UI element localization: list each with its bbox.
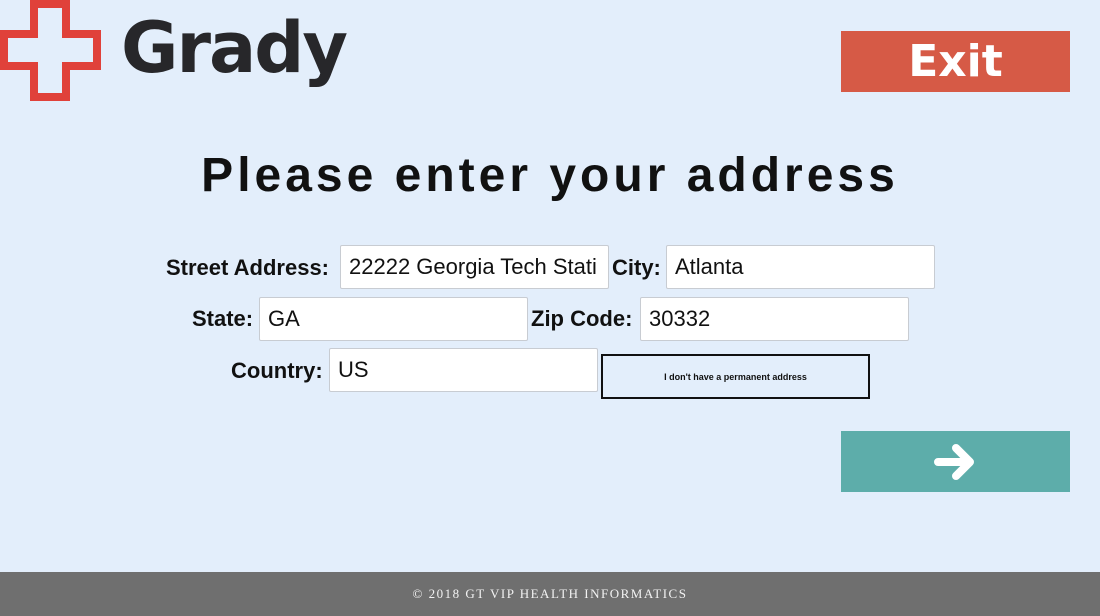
exit-button[interactable]: Exit [841, 31, 1070, 92]
page-title: Please enter your address [201, 149, 899, 202]
zip-code-input[interactable] [640, 297, 909, 341]
city-label: City: [612, 255, 661, 280]
street-address-input[interactable] [340, 245, 609, 289]
country-input[interactable] [329, 348, 598, 392]
grady-logo: Grady [0, 0, 348, 104]
next-button[interactable] [841, 431, 1070, 492]
state-label: State: [192, 306, 254, 331]
street-address-label: Street Address: [166, 255, 330, 280]
zip-code-label: Zip Code: [531, 306, 633, 331]
country-label: Country: [231, 358, 323, 383]
arrow-right-icon [933, 443, 974, 480]
cross-icon [0, 0, 101, 101]
city-input[interactable] [666, 245, 935, 289]
state-input[interactable] [259, 297, 528, 341]
footer: © 2018 GT VIP HEALTH INFORMATICS [0, 572, 1100, 616]
no-permanent-address-button[interactable]: I don't have a permanent address [601, 354, 870, 399]
logo-text: Grady [121, 7, 348, 89]
footer-copyright: © 2018 GT VIP HEALTH INFORMATICS [412, 586, 688, 601]
